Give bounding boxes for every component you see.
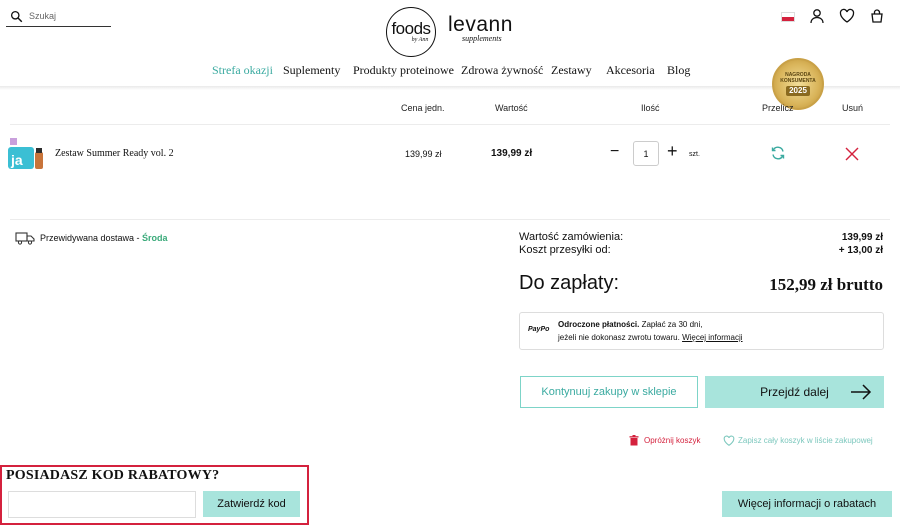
col-header-value: Wartość: [495, 103, 528, 113]
nav-item-zestawy[interactable]: Zestawy: [551, 63, 592, 78]
shipping-cost-label: Koszt przesyłki od:: [519, 244, 611, 256]
divider: [10, 124, 890, 125]
unit-price: 139,99 zł: [405, 149, 442, 159]
col-header-recalc: Przelicz: [762, 103, 794, 113]
svg-text:ja: ja: [10, 152, 23, 168]
product-thumbnail[interactable]: ja: [8, 138, 46, 172]
to-pay-label: Do zapłaty:: [519, 272, 620, 294]
discount-info-button[interactable]: Więcej informacji o rabatach: [722, 491, 892, 517]
increase-qty-button[interactable]: +: [667, 141, 678, 162]
col-header-remove: Usuń: [842, 103, 864, 113]
quantity-input[interactable]: 1: [633, 141, 659, 166]
paypo-more-info-link[interactable]: Więcej informacji: [682, 333, 742, 342]
discount-title: POSIADASZ KOD RABATOWY?: [6, 468, 220, 483]
heart-icon: [723, 435, 735, 446]
paypo-info-box: PayPo Odroczone płatności. Zapłać za 30 …: [519, 312, 884, 350]
decrease-qty-button[interactable]: −: [610, 143, 619, 161]
product-name[interactable]: Zestaw Summer Ready vol. 2: [55, 148, 174, 159]
foods-by-ann-logo[interactable]: foods by Ann: [386, 7, 436, 57]
truck-icon: [15, 232, 35, 245]
apply-code-button[interactable]: Zatwierdź kod: [203, 491, 300, 517]
paypo-logo: PayPo: [528, 326, 550, 333]
clear-cart-link[interactable]: Opróżnij koszyk: [629, 435, 700, 446]
col-header-quantity: Ilość: [641, 103, 660, 113]
proceed-button[interactable]: Przejdź dalej: [705, 376, 884, 408]
user-icon[interactable]: [809, 8, 825, 24]
nav-item-strefa-okazji[interactable]: Strefa okazji: [212, 63, 273, 78]
save-cart-link[interactable]: Zapisz cały koszyk w liście zakupowej: [723, 435, 873, 446]
col-header-unit-price: Cena jedn.: [401, 103, 445, 113]
order-value-label: Wartość zamówienia:: [519, 231, 624, 243]
delivery-day: Środa: [142, 233, 168, 243]
trash-icon: [629, 435, 639, 446]
shipping-cost: + 13,00 zł: [838, 245, 883, 256]
nav-divider: [0, 86, 900, 90]
continue-shopping-button[interactable]: Kontynuuj zakupy w sklepie: [520, 376, 698, 408]
heart-icon[interactable]: [839, 8, 855, 24]
divider: [10, 219, 890, 220]
nav-item-suplementy[interactable]: Suplementy: [283, 63, 340, 78]
search-input[interactable]: Szukaj: [29, 11, 56, 21]
quantity-unit: szt.: [689, 151, 700, 158]
language-flag-icon[interactable]: [781, 12, 795, 22]
search-icon: [10, 10, 23, 22]
close-icon[interactable]: [843, 145, 861, 163]
nav-item-produkty-proteinowe[interactable]: Produkty proteinowe: [353, 63, 454, 78]
arrow-right-icon: [851, 384, 872, 400]
line-total: 139,99 zł: [491, 148, 533, 159]
nav-item-blog[interactable]: Blog: [667, 63, 690, 78]
order-value: 139,99 zł: [841, 232, 883, 243]
nav-item-akcesoria[interactable]: Akcesoria: [606, 63, 655, 78]
nav-item-zdrowa-zywnosc[interactable]: Zdrowa żywność: [461, 63, 543, 78]
discount-code-input[interactable]: [8, 491, 196, 518]
levann-logo[interactable]: levann supplements: [448, 14, 513, 43]
refresh-icon[interactable]: [770, 145, 786, 161]
to-pay-value: 152,99 zł brutto: [769, 275, 883, 294]
cart-bag-icon[interactable]: [869, 8, 885, 24]
delivery-estimate: Przewidywana dostawa - Środa: [40, 233, 168, 243]
search-bar[interactable]: Szukaj: [6, 6, 111, 27]
